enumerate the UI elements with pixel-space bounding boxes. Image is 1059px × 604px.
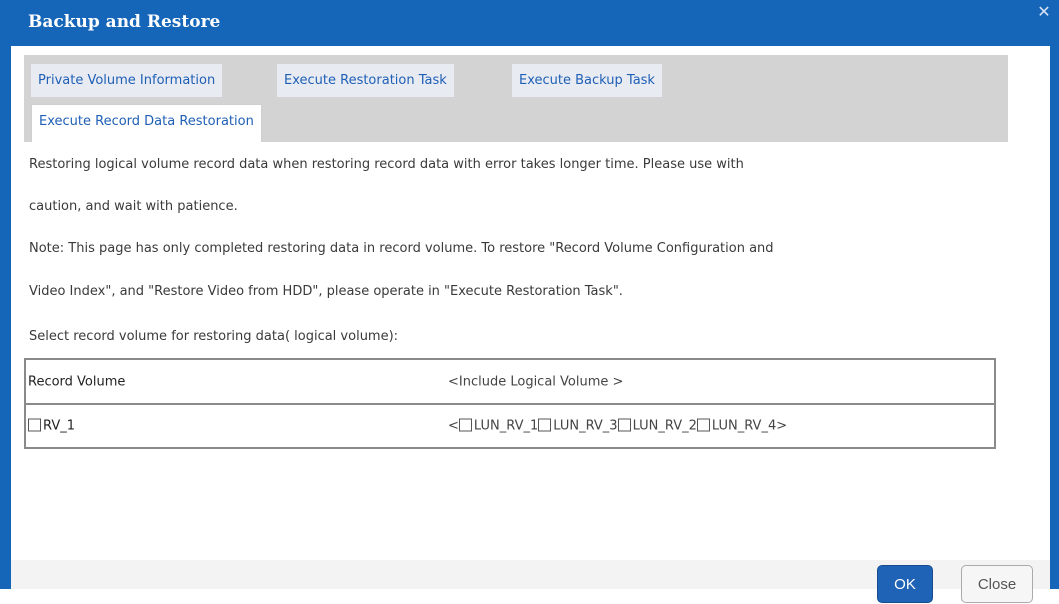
lun-rv-2-label: LUN_RV_2 bbox=[632, 418, 697, 434]
header-include-logical-volume: <Include Logical Volume > bbox=[448, 374, 624, 389]
ok-button[interactable]: OK bbox=[877, 565, 933, 603]
lun-rv-1-checkbox[interactable] bbox=[458, 418, 472, 432]
table-header-row: Record Volume <Include Logical Volume > bbox=[24, 358, 996, 405]
warning-text-line2: caution, and wait with patience. bbox=[29, 199, 238, 214]
record-volume-item: RV_1 bbox=[28, 418, 75, 434]
logical-volume-list: < LUN_RV_1 LUN_RV_3 LUN_RV_2 LUN_RV_4> bbox=[448, 418, 788, 434]
note-text-line2: Video Index", and "Restore Video from HD… bbox=[29, 284, 623, 299]
open-bracket: < bbox=[448, 418, 459, 434]
rv-1-checkbox[interactable] bbox=[28, 418, 41, 432]
note-text-line1: Note: This page has only completed resto… bbox=[29, 241, 774, 256]
record-volume-table: Record Volume <Include Logical Volume > … bbox=[24, 358, 996, 449]
lun-rv-2-checkbox[interactable] bbox=[617, 418, 631, 432]
dialog-title-bar[interactable]: Backup and Restore ✕ bbox=[0, 0, 1059, 46]
tab-execute-record-data-restoration[interactable]: Execute Record Data Restoration bbox=[31, 104, 262, 142]
tab-execute-backup-task[interactable]: Execute Backup Task bbox=[512, 64, 662, 97]
dialog-body: Private Volume Information Execute Resto… bbox=[11, 46, 1050, 603]
lun-rv-3-checkbox[interactable] bbox=[538, 418, 552, 432]
lun-rv-4-label: LUN_RV_4 bbox=[711, 418, 777, 434]
table-row-cell: RV_1 < LUN_RV_1 LUN_RV_3 LUN_RV_2 LUN_RV_4> bbox=[24, 403, 996, 449]
tab-bar: Private Volume Information Execute Resto… bbox=[24, 55, 1008, 142]
close-icon[interactable]: ✕ bbox=[1035, 3, 1053, 21]
close-button[interactable]: Close bbox=[961, 565, 1033, 603]
rv-1-label: RV_1 bbox=[43, 418, 75, 434]
lun-rv-4-checkbox[interactable] bbox=[696, 418, 710, 432]
lun-rv-3-label: LUN_RV_3 bbox=[553, 418, 618, 434]
backup-restore-dialog: Backup and Restore ✕ Private Volume Info… bbox=[0, 0, 1059, 603]
close-bracket: > bbox=[776, 418, 788, 434]
warning-text-line1: Restoring logical volume record data whe… bbox=[29, 157, 744, 172]
dialog-title: Backup and Restore bbox=[28, 12, 221, 32]
table-header-cell: Record Volume <Include Logical Volume > bbox=[24, 358, 996, 405]
select-prompt: Select record volume for restoring data(… bbox=[29, 329, 399, 344]
table-row: RV_1 < LUN_RV_1 LUN_RV_3 LUN_RV_2 LUN_RV_4> bbox=[24, 403, 996, 449]
tab-execute-restoration-task[interactable]: Execute Restoration Task bbox=[277, 64, 454, 97]
lun-rv-1-label: LUN_RV_1 bbox=[473, 418, 539, 434]
header-record-volume: Record Volume bbox=[28, 374, 126, 389]
tab-private-volume-information[interactable]: Private Volume Information bbox=[31, 64, 223, 97]
